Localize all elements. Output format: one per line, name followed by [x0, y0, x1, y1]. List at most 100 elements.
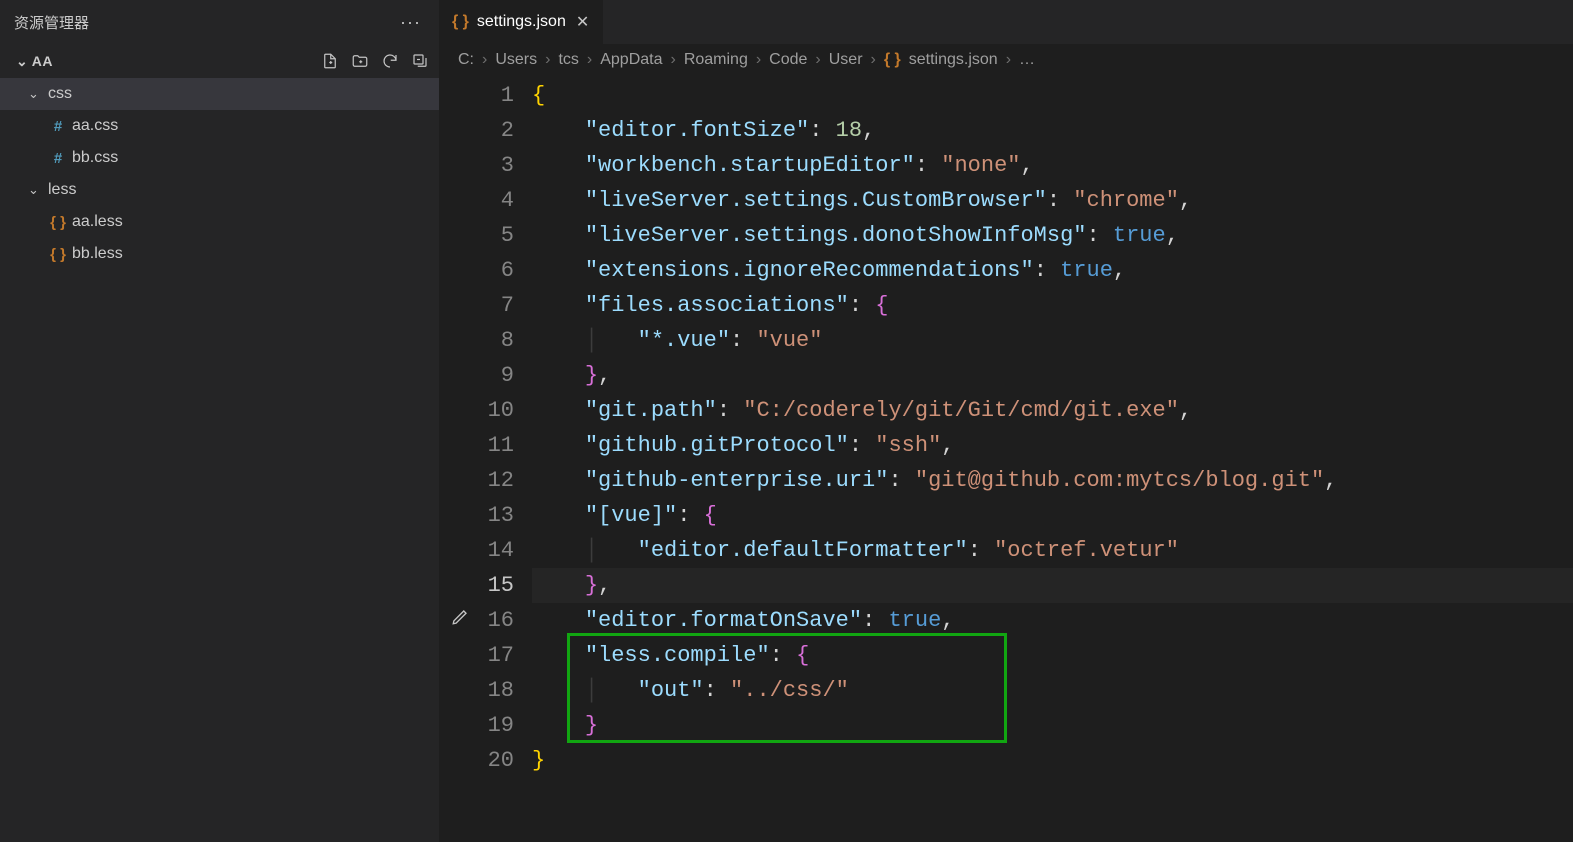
file-aa-less[interactable]: { } aa.less	[0, 206, 439, 238]
line-number: 4	[480, 183, 514, 218]
explorer-sidebar: 资源管理器 ··· ⌄ AA ⌄ css # aa.cs	[0, 0, 440, 842]
chevron-down-icon: ⌄	[28, 182, 44, 198]
line-number: 7	[480, 288, 514, 323]
code-token: "none"	[941, 153, 1020, 178]
code-token: "editor.formatOnSave"	[585, 608, 862, 633]
line-number: 20	[480, 743, 514, 778]
json-file-icon: { }	[884, 51, 901, 69]
line-number: 12	[480, 463, 514, 498]
chevron-right-icon: ›	[871, 51, 876, 69]
tab-settings-json[interactable]: { } settings.json ✕	[440, 0, 604, 44]
chevron-right-icon: ›	[670, 51, 675, 69]
chevron-down-icon: ⌄	[28, 86, 44, 102]
css-file-icon: #	[48, 118, 68, 135]
code-token: true	[888, 608, 941, 633]
chevron-right-icon: ›	[587, 51, 592, 69]
line-number: 1	[480, 78, 514, 113]
line-number: 6	[480, 253, 514, 288]
file-tree: ⌄ css # aa.css # bb.css ⌄ less { } aa.le…	[0, 78, 439, 270]
crumb-code[interactable]: Code	[769, 51, 807, 69]
line-number: 5	[480, 218, 514, 253]
code-editor[interactable]: 1 2 3 4 5 6 7 8 9 10 11 12 13 14 15 16 1…	[440, 76, 1573, 842]
code-token: "../css/"	[730, 678, 849, 703]
code-token: "[vue]"	[585, 503, 677, 528]
code-token: "git.path"	[585, 398, 717, 423]
code-token: "liveServer.settings.donotShowInfoMsg"	[585, 223, 1087, 248]
line-number: 8	[480, 323, 514, 358]
project-actions	[319, 50, 431, 72]
chevron-right-icon: ›	[545, 51, 550, 69]
explorer-title: 资源管理器	[14, 12, 89, 33]
code-token: "liveServer.settings.CustomBrowser"	[585, 188, 1047, 213]
crumb-tcs[interactable]: tcs	[558, 51, 578, 69]
breadcrumb-overflow[interactable]: …	[1019, 51, 1035, 69]
file-label: bb.less	[72, 245, 123, 263]
line-number: 16	[480, 603, 514, 638]
folder-less[interactable]: ⌄ less	[0, 174, 439, 206]
refresh-icon[interactable]	[379, 50, 401, 72]
glyph-margin	[440, 78, 480, 842]
line-numbers: 1 2 3 4 5 6 7 8 9 10 11 12 13 14 15 16 1…	[480, 78, 532, 842]
tab-label: settings.json	[477, 13, 566, 31]
json-file-icon: { }	[48, 214, 68, 231]
line-number: 14	[480, 533, 514, 568]
more-actions-icon[interactable]: ···	[396, 8, 425, 37]
code-token: "workbench.startupEditor"	[585, 153, 915, 178]
code-token: "ssh"	[875, 433, 941, 458]
crumb-file[interactable]: settings.json	[909, 51, 998, 69]
editor-tabs: { } settings.json ✕	[440, 0, 1573, 44]
line-number: 13	[480, 498, 514, 533]
file-aa-css[interactable]: # aa.css	[0, 110, 439, 142]
code-token: 18	[836, 118, 862, 143]
code-token: "vue"	[756, 328, 822, 353]
folder-label: css	[48, 85, 72, 103]
project-root-row[interactable]: ⌄ AA	[0, 44, 439, 78]
code-token: "octref.vetur"	[994, 538, 1179, 563]
chevron-right-icon: ›	[1006, 51, 1011, 69]
css-file-icon: #	[48, 150, 68, 167]
code-token: "files.associations"	[585, 293, 849, 318]
line-number: 2	[480, 113, 514, 148]
new-file-icon[interactable]	[319, 50, 341, 72]
file-bb-less[interactable]: { } bb.less	[0, 238, 439, 270]
new-folder-icon[interactable]	[349, 50, 371, 72]
chevron-right-icon: ›	[482, 51, 487, 69]
code-token: "less.compile"	[585, 643, 770, 668]
code-token: "editor.defaultFormatter"	[638, 538, 968, 563]
chevron-down-icon: ⌄	[16, 53, 28, 70]
code-token: "*.vue"	[638, 328, 730, 353]
json-file-icon: { }	[452, 13, 469, 31]
file-label: aa.css	[72, 117, 118, 135]
collapse-all-icon[interactable]	[409, 50, 431, 72]
code-token: "github.gitProtocol"	[585, 433, 849, 458]
crumb-c[interactable]: C:	[458, 51, 474, 69]
line-number: 17	[480, 638, 514, 673]
crumb-users[interactable]: Users	[495, 51, 537, 69]
folder-label: less	[48, 181, 76, 199]
code-content[interactable]: { "editor.fontSize": 18, "workbench.star…	[532, 78, 1573, 842]
crumb-appdata[interactable]: AppData	[600, 51, 662, 69]
explorer-header: 资源管理器 ···	[0, 0, 439, 44]
json-file-icon: { }	[48, 246, 68, 263]
folder-css[interactable]: ⌄ css	[0, 78, 439, 110]
code-token: "chrome"	[1073, 188, 1179, 213]
code-token: "C:/coderely/git/Git/cmd/git.exe"	[743, 398, 1179, 423]
line-number: 15	[480, 568, 514, 603]
line-number: 11	[480, 428, 514, 463]
line-number: 10	[480, 393, 514, 428]
edit-pencil-icon[interactable]	[451, 603, 469, 638]
line-number: 9	[480, 358, 514, 393]
editor-area: { } settings.json ✕ C: › Users › tcs › A…	[440, 0, 1573, 842]
code-token: "out"	[638, 678, 704, 703]
crumb-roaming[interactable]: Roaming	[684, 51, 748, 69]
code-token: "extensions.ignoreRecommendations"	[585, 258, 1034, 283]
line-number: 18	[480, 673, 514, 708]
file-label: bb.css	[72, 149, 118, 167]
file-bb-css[interactable]: # bb.css	[0, 142, 439, 174]
line-number: 3	[480, 148, 514, 183]
chevron-right-icon: ›	[756, 51, 761, 69]
close-icon[interactable]: ✕	[574, 12, 591, 32]
crumb-user[interactable]: User	[829, 51, 863, 69]
breadcrumb[interactable]: C: › Users › tcs › AppData › Roaming › C…	[440, 44, 1573, 76]
project-name: AA	[32, 53, 319, 69]
